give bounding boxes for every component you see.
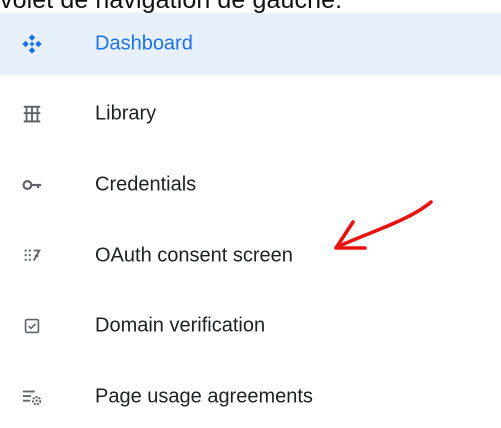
nav-item-page-usage-agreements[interactable]: Page usage agreements: [0, 366, 501, 428]
nav-item-label: Page usage agreements: [95, 385, 313, 408]
dashboard-diamond-icon: [22, 34, 42, 54]
nav-item-label: Domain verification: [95, 314, 266, 337]
nav-item-label: OAuth consent screen: [95, 244, 293, 267]
library-icon: [23, 105, 41, 123]
key-icon: [22, 180, 42, 190]
nav-item-label: Library: [95, 102, 157, 125]
nav-item-domain-verification[interactable]: Domain verification: [0, 295, 501, 357]
nav-item-dashboard[interactable]: Dashboard: [0, 13, 501, 75]
settings-list-icon: [22, 390, 42, 406]
annotation-arrow-icon: [334, 200, 433, 250]
nav-item-library[interactable]: Library: [0, 83, 501, 145]
oauth-consent-icon: [24, 249, 41, 262]
nav-item-label: Dashboard: [95, 32, 193, 55]
checkbox-icon: [24, 318, 40, 334]
nav-item-label: Credentials: [95, 173, 197, 196]
